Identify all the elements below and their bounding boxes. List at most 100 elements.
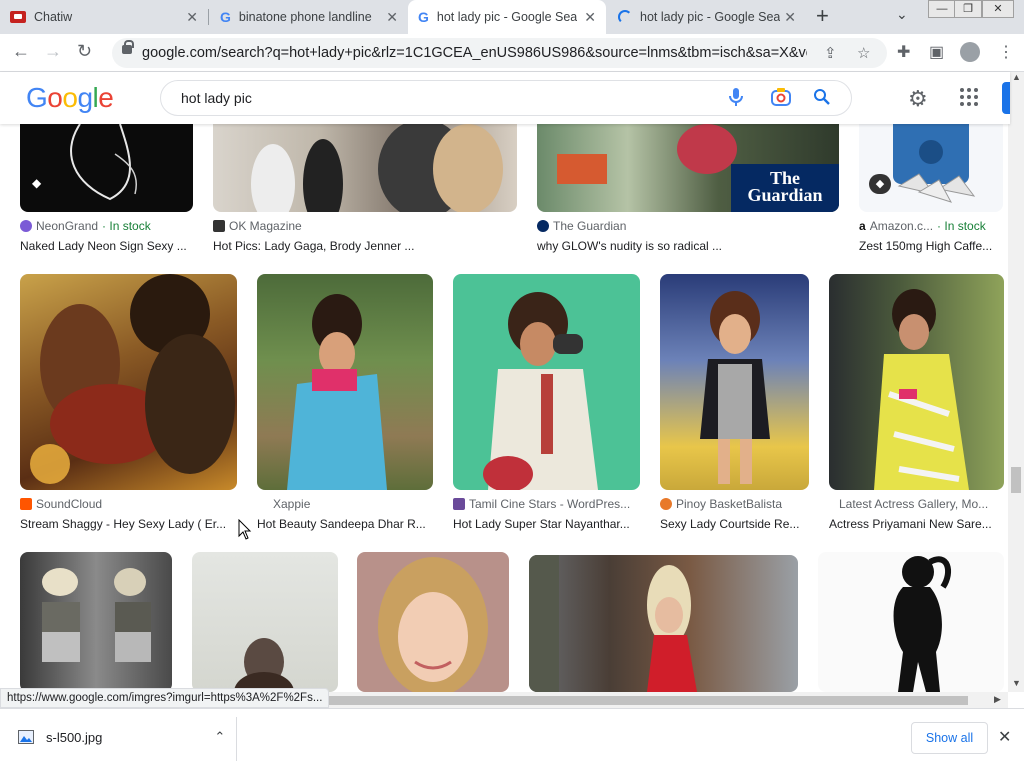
- status-bar-url: https://www.google.com/imgres?imgurl=htt…: [0, 688, 330, 708]
- vertical-scrollbar[interactable]: ▲ ▼: [1008, 72, 1024, 692]
- result-caption[interactable]: Actress Priyamani New Sare...: [829, 517, 1004, 531]
- chatiw-icon: [10, 11, 26, 23]
- result-caption[interactable]: Hot Lady Super Star Nayanthar...: [453, 517, 640, 531]
- google-header: Google hot lady pic ⚙: [0, 72, 1010, 124]
- result-image-pinoy-basketbalista[interactable]: [660, 274, 809, 490]
- amazon-favicon-icon: a: [859, 219, 866, 233]
- result-caption[interactable]: Sexy Lady Courtside Re...: [660, 517, 809, 531]
- result-caption[interactable]: Zest 150mg High Caffe...: [859, 239, 1003, 253]
- reload-icon[interactable]: ↻: [77, 41, 92, 62]
- mouse-cursor-icon: [238, 519, 252, 540]
- result-image-the-guardian[interactable]: The Guardian: [537, 124, 839, 212]
- tab-hot-lady-pic-loading[interactable]: hot lady pic - Google Sea ✕: [608, 0, 806, 34]
- result-image-neon-sign[interactable]: ◆: [20, 124, 193, 212]
- result-image-tamil-cine-stars[interactable]: [453, 274, 640, 490]
- lock-icon[interactable]: [122, 40, 134, 54]
- result-caption[interactable]: Hot Pics: Lady Gaga, Brody Jenner ...: [213, 239, 513, 253]
- google-logo[interactable]: Google: [26, 82, 114, 114]
- profile-avatar-icon[interactable]: [960, 42, 980, 62]
- download-filename[interactable]: s-l500.jpg: [46, 730, 102, 745]
- result-image-latest-actress-gallery[interactable]: [829, 274, 1004, 490]
- result-source[interactable]: The Guardian: [537, 219, 837, 233]
- loading-spinner-icon: [618, 10, 632, 24]
- result-caption[interactable]: why GLOW's nudity is so radical ...: [537, 239, 837, 253]
- pinoy-basketbalista-favicon-icon: [660, 498, 672, 510]
- download-item[interactable]: s-l500.jpg ⌃: [18, 729, 225, 745]
- browser-toolbar: ← → ↻ google.com/search?q=hot+lady+pic&r…: [0, 34, 1024, 72]
- more-menu-icon[interactable]: ⋮: [998, 42, 1014, 62]
- google-g-icon: G: [220, 9, 231, 25]
- result-caption[interactable]: Stream Shaggy - Hey Sexy Lady ( Er...: [20, 517, 230, 531]
- new-tab-plus-icon[interactable]: +: [816, 3, 829, 29]
- result-source[interactable]: SoundCloud: [20, 497, 237, 511]
- result-image-soundcloud[interactable]: [20, 274, 237, 490]
- result-image-amazon-tea[interactable]: ◆: [859, 124, 1003, 212]
- show-all-button[interactable]: Show all: [911, 722, 988, 754]
- tab-title: binatone phone landline: [238, 10, 372, 24]
- search-input[interactable]: hot lady pic: [160, 80, 852, 116]
- sign-in-button[interactable]: [1002, 82, 1010, 114]
- result-image-row3-4[interactable]: [529, 555, 798, 692]
- result-caption[interactable]: Hot Beauty Sandeepa Dhar R...: [257, 517, 433, 531]
- close-icon[interactable]: ✕: [186, 9, 198, 26]
- image-file-icon: [18, 730, 34, 744]
- shopping-tag-icon: ◆: [32, 176, 42, 190]
- result-source[interactable]: a Amazon.c... · In stock: [859, 219, 1003, 233]
- download-bar: s-l500.jpg ⌃ Show all ✕: [0, 708, 1024, 768]
- scroll-down-arrow-icon[interactable]: ▼: [1012, 678, 1021, 688]
- voice-search-mic-icon[interactable]: [729, 88, 743, 111]
- neongrand-favicon-icon: [20, 220, 32, 232]
- search-query-text[interactable]: hot lady pic: [181, 90, 252, 106]
- chevron-up-icon[interactable]: ⌃: [214, 729, 225, 745]
- close-icon[interactable]: ✕: [386, 9, 398, 26]
- google-lens-camera-icon[interactable]: [771, 88, 791, 111]
- address-bar[interactable]: google.com/search?q=hot+lady+pic&rlz=1C1…: [112, 38, 887, 68]
- close-icon[interactable]: ✕: [784, 9, 796, 26]
- result-image-xappie[interactable]: [257, 274, 433, 490]
- settings-gear-icon[interactable]: ⚙: [908, 86, 928, 112]
- result-image-row3-5[interactable]: [818, 552, 1004, 692]
- tab-title: hot lady pic - Google Sea: [436, 10, 577, 24]
- close-icon[interactable]: ✕: [998, 727, 1011, 747]
- tab-title: hot lady pic - Google Sea: [640, 10, 780, 24]
- forward-arrow-icon[interactable]: →: [44, 41, 62, 62]
- scroll-up-arrow-icon[interactable]: ▲: [1012, 72, 1021, 82]
- tab-strip: Chatiw ✕ G binatone phone landline ✕ G h…: [0, 0, 1024, 34]
- result-image-row3-1[interactable]: [20, 552, 172, 692]
- minimize-icon[interactable]: —: [928, 0, 956, 18]
- side-panel-icon[interactable]: ▣: [929, 42, 944, 62]
- tab-chatiw[interactable]: Chatiw ✕: [0, 0, 208, 34]
- divider: [236, 717, 237, 761]
- result-source[interactable]: Pinoy BasketBalista: [660, 497, 809, 511]
- tab-binatone[interactable]: G binatone phone landline ✕: [210, 0, 408, 34]
- result-source[interactable]: NeonGrand · In stock: [20, 219, 193, 233]
- shopping-tag-icon: ◆: [869, 174, 891, 194]
- bookmark-star-icon[interactable]: ☆: [857, 44, 870, 62]
- result-image-ok-magazine[interactable]: [213, 124, 517, 212]
- result-source[interactable]: OK Magazine: [213, 219, 513, 233]
- result-source[interactable]: Xappie: [273, 497, 433, 511]
- tamil-cine-stars-favicon-icon: [453, 498, 465, 510]
- result-source[interactable]: Latest Actress Gallery, Mo...: [839, 497, 1004, 511]
- result-source[interactable]: Tamil Cine Stars - WordPres...: [453, 497, 640, 511]
- close-icon[interactable]: ✕: [584, 9, 596, 26]
- result-image-row3-3[interactable]: [357, 552, 509, 692]
- vertical-scroll-thumb[interactable]: [1011, 467, 1021, 493]
- share-icon[interactable]: ⇪: [824, 44, 837, 62]
- tab-search-chevron-icon[interactable]: ⌄: [896, 6, 908, 23]
- result-caption[interactable]: Naked Lady Neon Sign Sexy ...: [20, 239, 193, 253]
- google-apps-grid-icon[interactable]: [960, 88, 978, 106]
- tab-hot-lady-pic-active[interactable]: G hot lady pic - Google Sea ✕: [408, 0, 606, 34]
- soundcloud-favicon-icon: [20, 498, 32, 510]
- tab-title: Chatiw: [34, 10, 73, 24]
- window-close-icon[interactable]: ✕: [982, 0, 1014, 18]
- search-magnifier-icon[interactable]: [813, 88, 831, 111]
- guardian-logo: The Guardian: [731, 164, 839, 212]
- scroll-right-arrow-icon[interactable]: ▶: [994, 694, 1001, 705]
- url-text[interactable]: google.com/search?q=hot+lady+pic&rlz=1C1…: [142, 45, 807, 61]
- ok-magazine-favicon-icon: [213, 220, 225, 232]
- back-arrow-icon[interactable]: ←: [12, 41, 30, 62]
- result-image-row3-2[interactable]: [192, 552, 338, 692]
- extensions-puzzle-icon[interactable]: ✚: [897, 42, 910, 62]
- restore-icon[interactable]: ❐: [954, 0, 982, 18]
